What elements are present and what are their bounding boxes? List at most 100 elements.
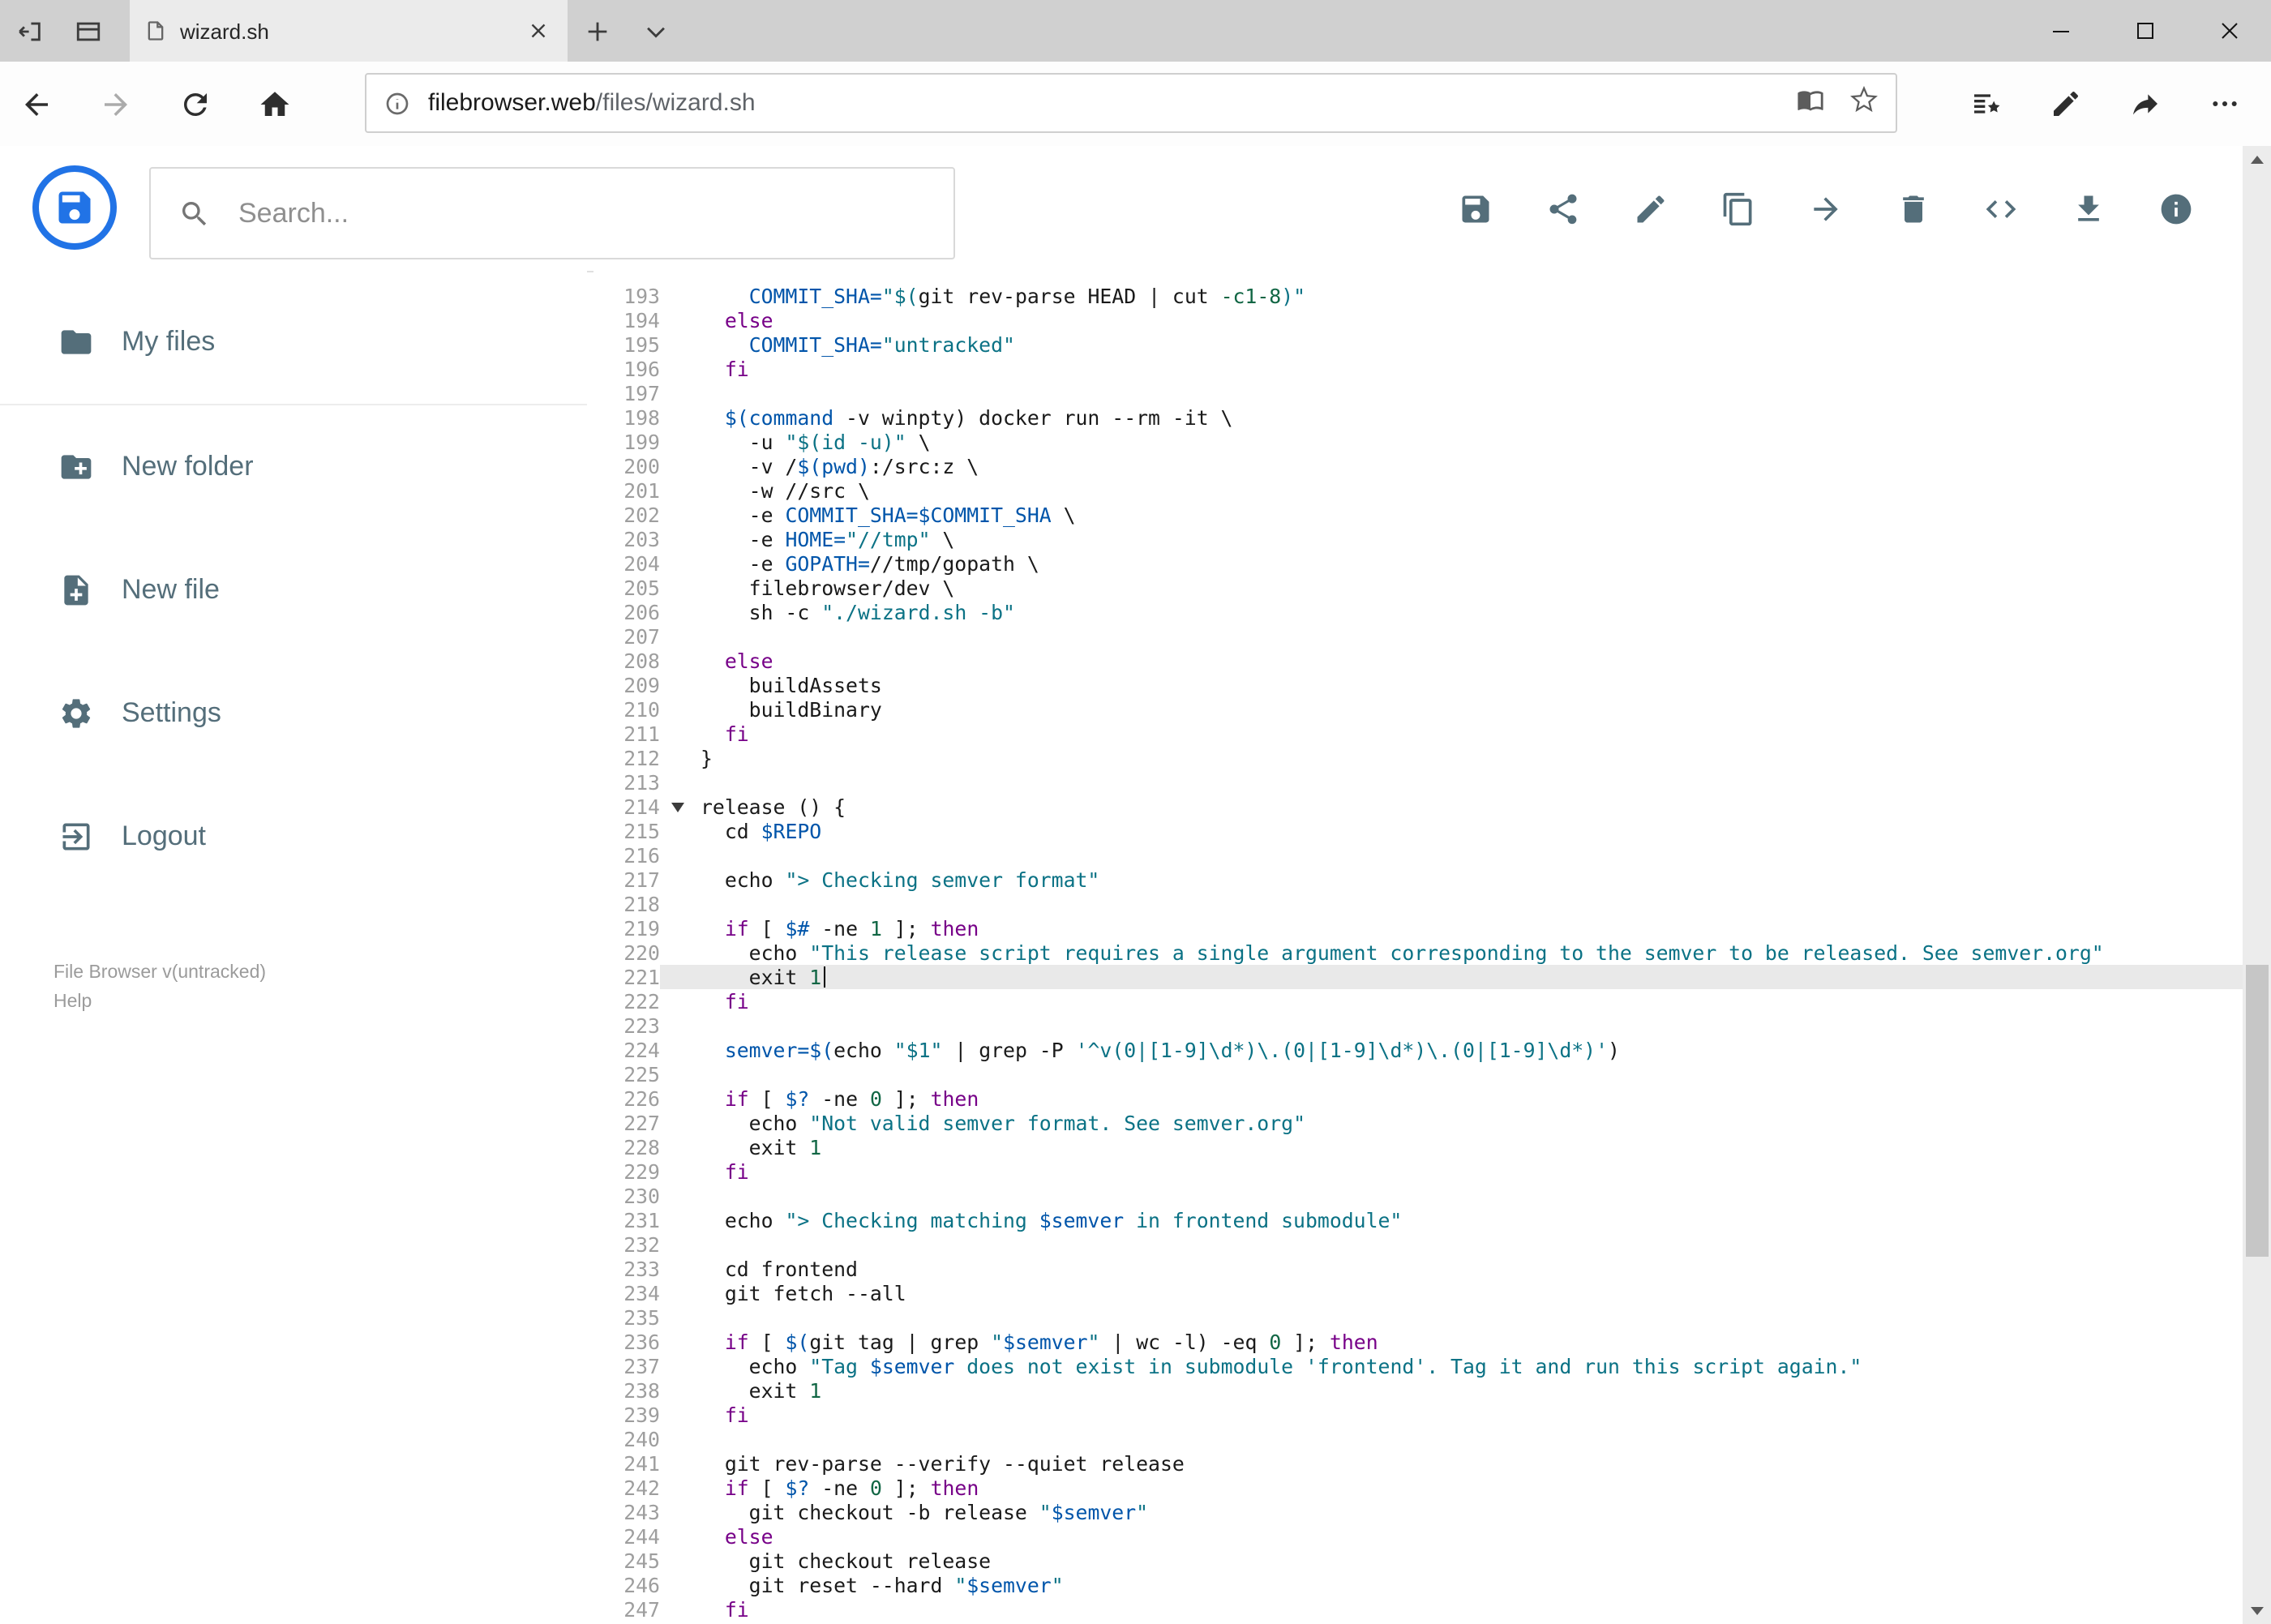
code-line: 243 git checkout -b release "$semver" <box>593 1500 2242 1524</box>
search-bar[interactable] <box>149 167 955 259</box>
tab-title: wizard.sh <box>180 19 269 43</box>
site-info-icon[interactable] <box>384 90 410 116</box>
code-text: $(command -v winpty) docker run --rm -it… <box>724 405 1233 430</box>
vertical-scrollbar[interactable] <box>2242 146 2271 1624</box>
code-line: 235 <box>593 1305 2242 1330</box>
address-bar[interactable]: filebrowser.web/files/wizard.sh <box>365 73 1897 133</box>
code-line: 205 filebrowser/dev \ <box>593 576 2242 600</box>
line-number: 201 <box>623 478 660 503</box>
code-text: fi <box>724 989 749 1013</box>
code-text: if [ $? -ne 0 ]; then <box>724 1476 979 1500</box>
new-folder-icon <box>61 455 92 479</box>
code-line: 209 buildAssets <box>593 673 2242 697</box>
reading-view-icon[interactable] <box>1797 85 1824 121</box>
line-number: 193 <box>623 284 660 308</box>
code-line: 225 <box>593 1062 2242 1086</box>
new-tab-button[interactable] <box>568 0 626 62</box>
search-input[interactable] <box>235 195 926 231</box>
line-number: 214 <box>593 795 684 819</box>
code-line: 244 else <box>593 1524 2242 1549</box>
rename-button[interactable] <box>1632 191 1668 226</box>
line-number: 207 <box>623 624 660 649</box>
app-header <box>0 146 2271 272</box>
scrollbar-thumb[interactable] <box>2245 965 2268 1257</box>
code-editor[interactable]: 193 COMMIT_SHA="$(git rev-parse HEAD | c… <box>593 271 2242 1624</box>
maximize-button[interactable] <box>2102 0 2187 62</box>
refresh-button[interactable] <box>178 87 212 121</box>
code-line: 199 -u "$(id -u)" \ <box>593 430 2242 454</box>
share-page-icon[interactable] <box>2128 87 2162 121</box>
share-button[interactable] <box>1545 191 1580 226</box>
sidebar-item-new-file[interactable]: New file <box>0 529 587 652</box>
info-button[interactable] <box>2157 191 2193 226</box>
web-note-pen-icon[interactable] <box>2049 87 2083 121</box>
set-tabs-aside-icon[interactable] <box>0 0 58 62</box>
scroll-down-button[interactable] <box>2242 1596 2271 1624</box>
delete-button[interactable] <box>1895 191 1930 226</box>
code-line: 224 semver=$(echo "$1" | grep -P '^v(0|[… <box>593 1038 2242 1062</box>
forward-button[interactable] <box>99 87 133 121</box>
code-text: else <box>724 308 773 332</box>
line-number: 222 <box>623 989 660 1013</box>
add-favorite-star-icon[interactable] <box>1850 84 1878 121</box>
code-text: buildBinary <box>701 697 882 722</box>
hub-favorites-icon[interactable] <box>1969 87 2003 121</box>
raw-code-button[interactable] <box>1982 191 2018 226</box>
code-text: filebrowser/dev \ <box>701 576 955 600</box>
help-link[interactable]: Help <box>54 988 266 1017</box>
code-line: 206 sh -c "./wizard.sh -b" <box>593 600 2242 624</box>
code-text: semver=$(echo "$1" | grep -P '^v(0|[1-9]… <box>724 1038 1620 1062</box>
minimize-button[interactable] <box>2018 0 2102 62</box>
code-text: fi <box>724 1403 749 1427</box>
filebrowser-logo[interactable] <box>32 165 117 250</box>
code-text: git checkout release <box>701 1549 992 1573</box>
line-number: 242 <box>623 1476 660 1500</box>
code-text: if [ $? -ne 0 ]; then <box>724 1086 979 1111</box>
code-text: -e HOME="//tmp" \ <box>701 527 955 551</box>
code-line: 232 <box>593 1232 2242 1257</box>
download-button[interactable] <box>2070 191 2106 226</box>
window-close-button[interactable] <box>2187 0 2271 62</box>
copy-button[interactable] <box>1720 191 1755 226</box>
line-number: 237 <box>623 1354 660 1378</box>
code-line: 208 else <box>593 649 2242 673</box>
code-line: 229 fi <box>593 1159 2242 1184</box>
line-number: 240 <box>623 1427 660 1451</box>
code-text: exit 1 <box>701 1378 822 1403</box>
folder-icon <box>61 330 92 354</box>
more-menu-icon[interactable] <box>2208 87 2242 121</box>
code-text: else <box>724 1524 773 1549</box>
sidebar-item-new-folder[interactable]: New folder <box>0 405 587 529</box>
sidebar-item-settings[interactable]: Settings <box>0 652 587 775</box>
code-text: git reset --hard "$semver" <box>701 1573 1064 1597</box>
line-number: 223 <box>623 1013 660 1038</box>
code-text: -e GOPATH=//tmp/gopath \ <box>701 551 1039 576</box>
sidebar-item-logout[interactable]: Logout <box>0 775 587 898</box>
app-version: File Browser v(untracked) <box>54 963 267 983</box>
browser-tab[interactable]: wizard.sh <box>130 0 568 62</box>
scroll-up-button[interactable] <box>2242 146 2271 174</box>
tab-list-chevron-icon[interactable] <box>626 0 684 62</box>
line-number: 235 <box>623 1305 660 1330</box>
code-line: 240 <box>593 1427 2242 1451</box>
save-button[interactable] <box>1457 191 1493 226</box>
back-button[interactable] <box>19 87 54 121</box>
code-text: echo "> Checking matching $semver in fro… <box>701 1208 1403 1232</box>
tab-close-icon[interactable] <box>524 16 553 45</box>
fold-arrow-icon[interactable] <box>671 803 684 812</box>
text-cursor <box>823 966 825 988</box>
home-button[interactable] <box>258 87 292 121</box>
url-path: /files/wizard.sh <box>595 89 756 117</box>
line-number: 209 <box>623 673 660 697</box>
move-button[interactable] <box>1807 191 1843 226</box>
code-text: fi <box>724 1597 749 1622</box>
code-line: 211 fi <box>593 722 2242 746</box>
sidebar-item-my-files[interactable]: My files <box>0 281 587 405</box>
code-text: cd $REPO <box>701 819 822 843</box>
tab-preview-icon[interactable] <box>58 0 117 62</box>
